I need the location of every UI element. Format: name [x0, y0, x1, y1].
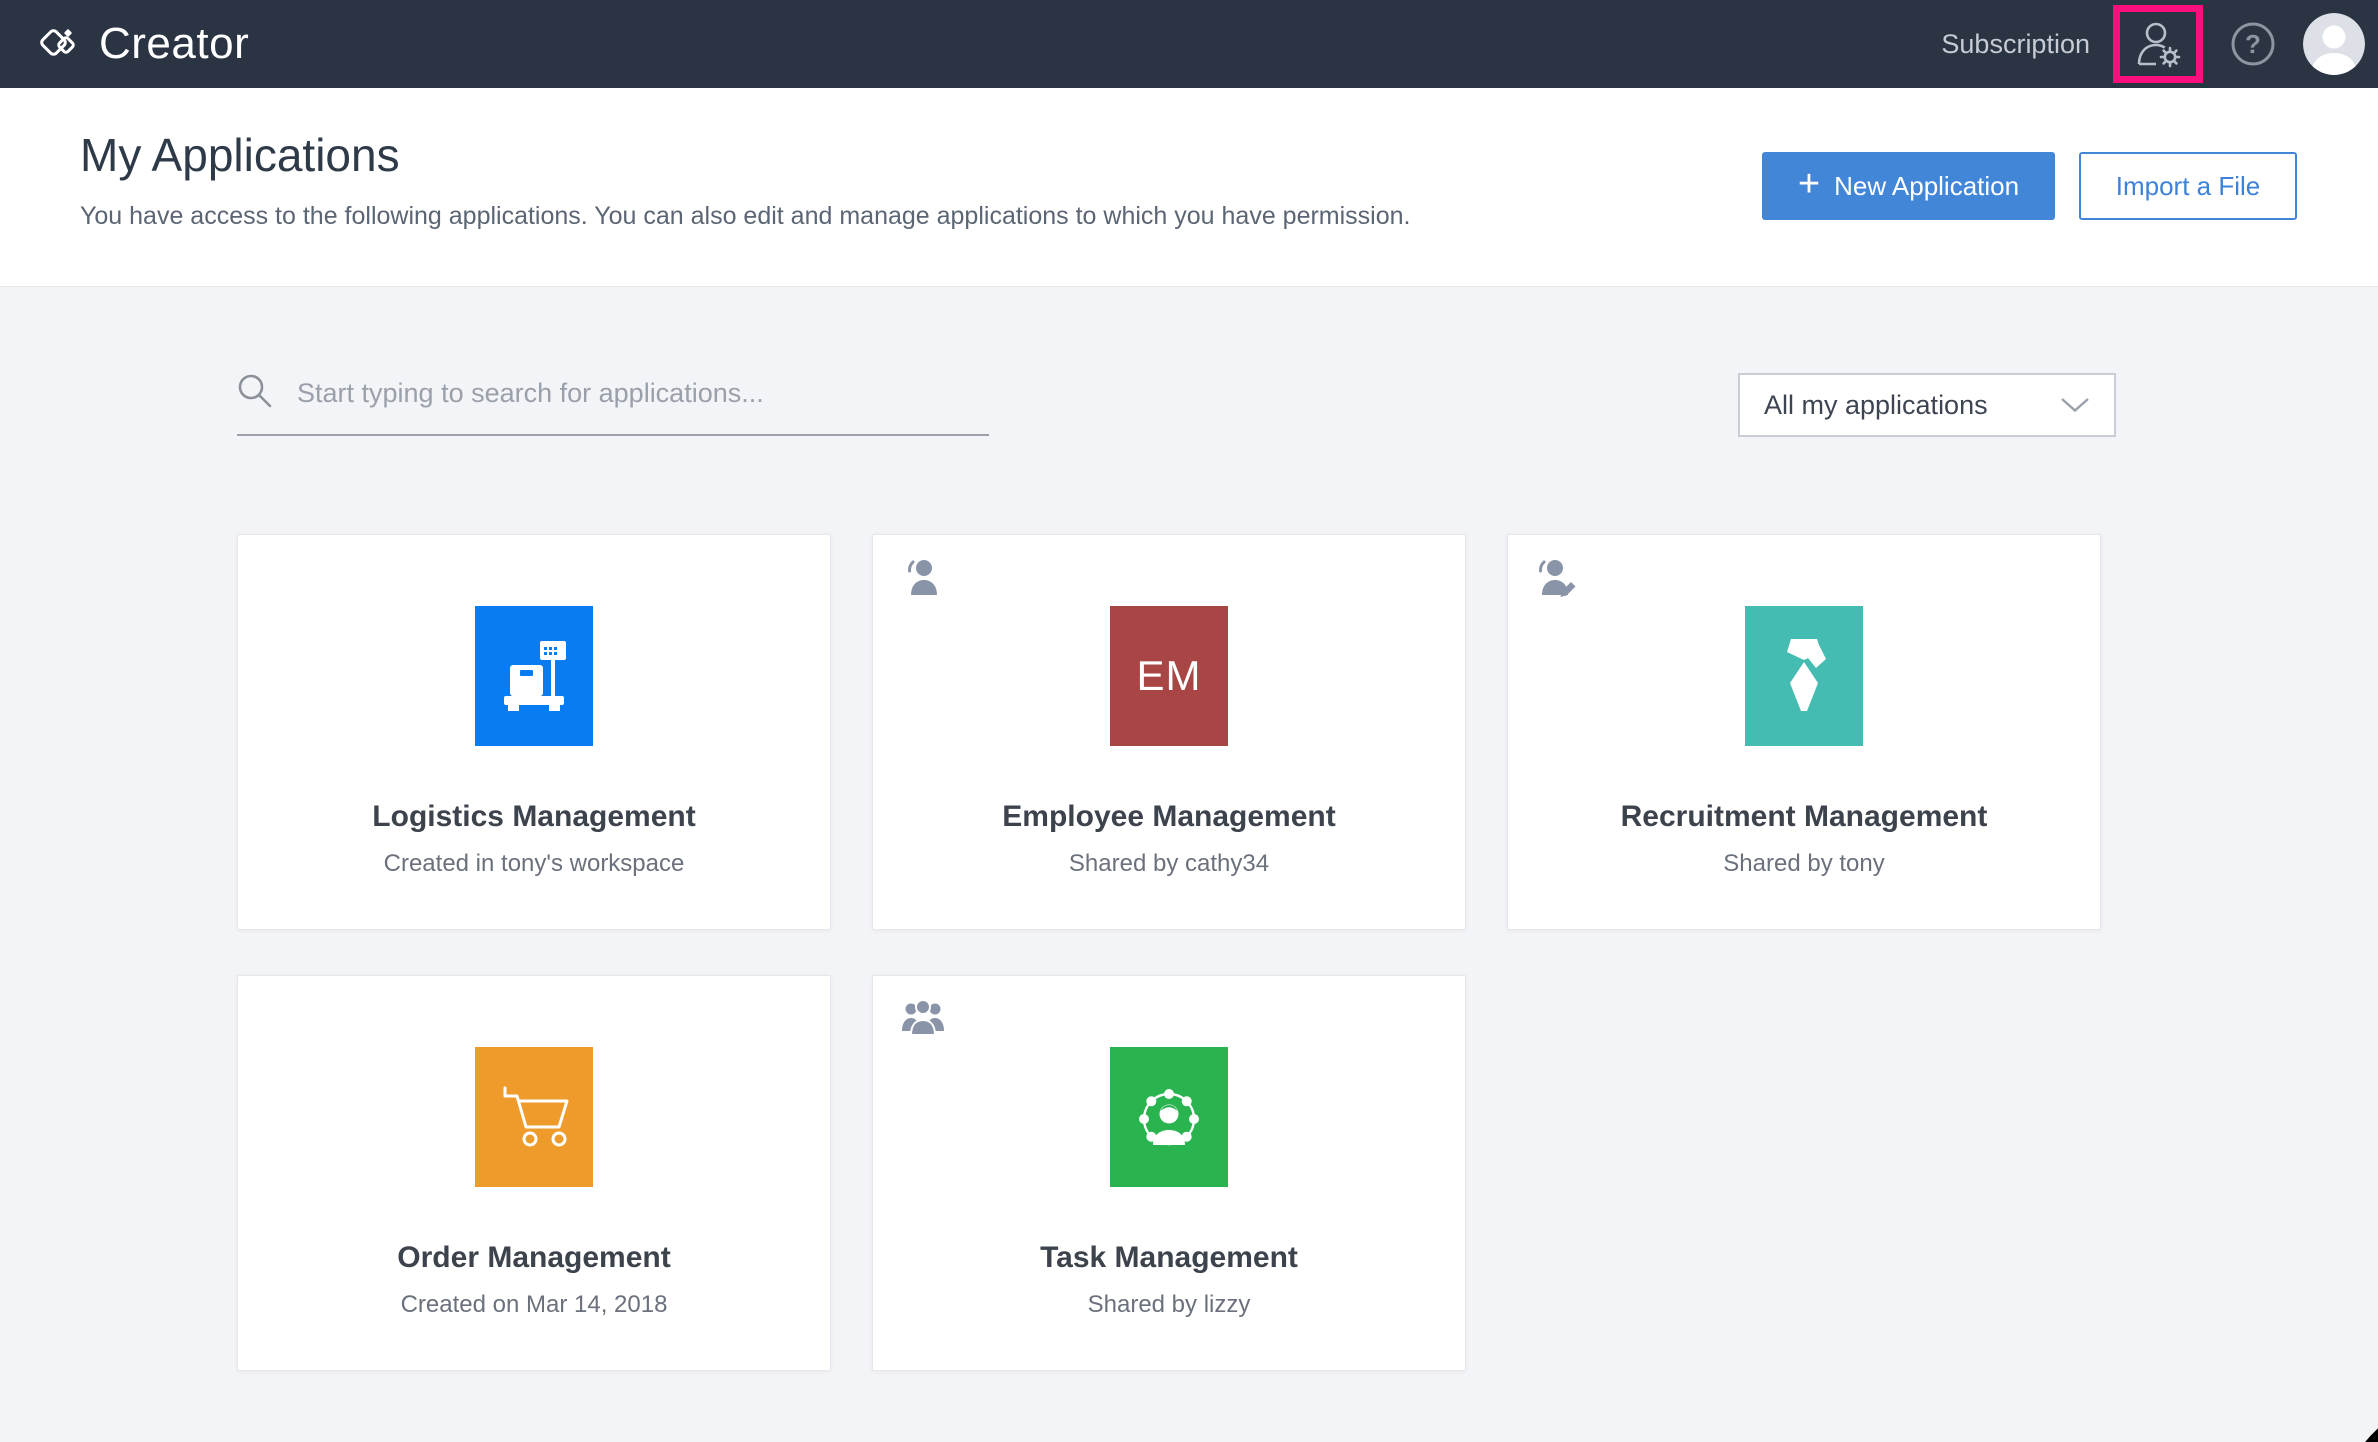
app-tile — [475, 606, 593, 746]
import-file-button[interactable]: Import a File — [2079, 152, 2297, 220]
app-name: Employee Management — [873, 800, 1465, 834]
app-meta: Shared by lizzy — [873, 1291, 1465, 1319]
creator-app-window: Creator Subscription — [0, 0, 2378, 1442]
app-name: Logistics Management — [238, 800, 830, 834]
creator-logo-icon — [37, 21, 79, 68]
search-input[interactable] — [297, 378, 989, 409]
person-edit-shared-icon — [1536, 557, 1578, 597]
page-header: My Applications You have access to the f… — [0, 88, 2378, 287]
app-name: Recruitment Management — [1508, 800, 2100, 834]
person-shared-icon — [901, 557, 943, 597]
topbar: Creator Subscription — [0, 0, 2378, 88]
subscription-link[interactable]: Subscription — [1941, 29, 2090, 60]
cart-icon — [496, 1085, 572, 1149]
app-tile — [1110, 1047, 1228, 1187]
svg-text:?: ? — [2245, 29, 2261, 59]
app-meta: Shared by tony — [1508, 850, 2100, 878]
app-card[interactable]: EM Employee Management Shared by cathy34 — [872, 534, 1466, 930]
topbar-right: Subscription — [1941, 5, 2365, 83]
help-icon[interactable]: ? — [2230, 21, 2276, 67]
new-application-button[interactable]: + New Application — [1762, 152, 2055, 220]
brand[interactable]: Creator — [37, 19, 249, 69]
new-application-label: New Application — [1834, 171, 2019, 202]
app-tile: EM — [1110, 606, 1228, 746]
app-meta: Created on Mar 14, 2018 — [238, 1291, 830, 1319]
app-meta: Shared by cathy34 — [873, 850, 1465, 878]
group-shared-icon — [901, 998, 943, 1038]
app-card[interactable]: Recruitment Management Shared by tony — [1507, 534, 2101, 930]
app-card[interactable]: Order Management Created on Mar 14, 2018 — [237, 975, 831, 1371]
chevron-down-icon — [2060, 397, 2090, 413]
weighing-scale-icon — [498, 639, 570, 713]
highlight-annotation — [2113, 5, 2203, 83]
tie-icon — [1774, 637, 1834, 715]
app-card[interactable]: Task Management Shared by lizzy — [872, 975, 1466, 1371]
app-filter-value: All my applications — [1764, 390, 1988, 421]
user-settings-icon[interactable] — [2132, 19, 2184, 69]
app-grid: Logistics Management Created in tony's w… — [237, 534, 2101, 1371]
person-network-icon — [1129, 1077, 1209, 1157]
page-body: All my applications Logistics Management… — [0, 287, 2378, 1442]
search-box — [237, 373, 989, 436]
app-meta: Created in tony's workspace — [238, 850, 830, 878]
app-tile — [475, 1047, 593, 1187]
app-tile — [1745, 606, 1863, 746]
app-name: Order Management — [238, 1241, 830, 1275]
brand-name: Creator — [99, 19, 249, 69]
avatar[interactable] — [2303, 13, 2365, 75]
app-card[interactable]: Logistics Management Created in tony's w… — [237, 534, 831, 930]
app-filter-dropdown[interactable]: All my applications — [1738, 373, 2116, 437]
app-initials: EM — [1137, 652, 1202, 700]
app-name: Task Management — [873, 1241, 1465, 1275]
search-icon — [237, 373, 273, 414]
plus-icon: + — [1798, 165, 1820, 203]
